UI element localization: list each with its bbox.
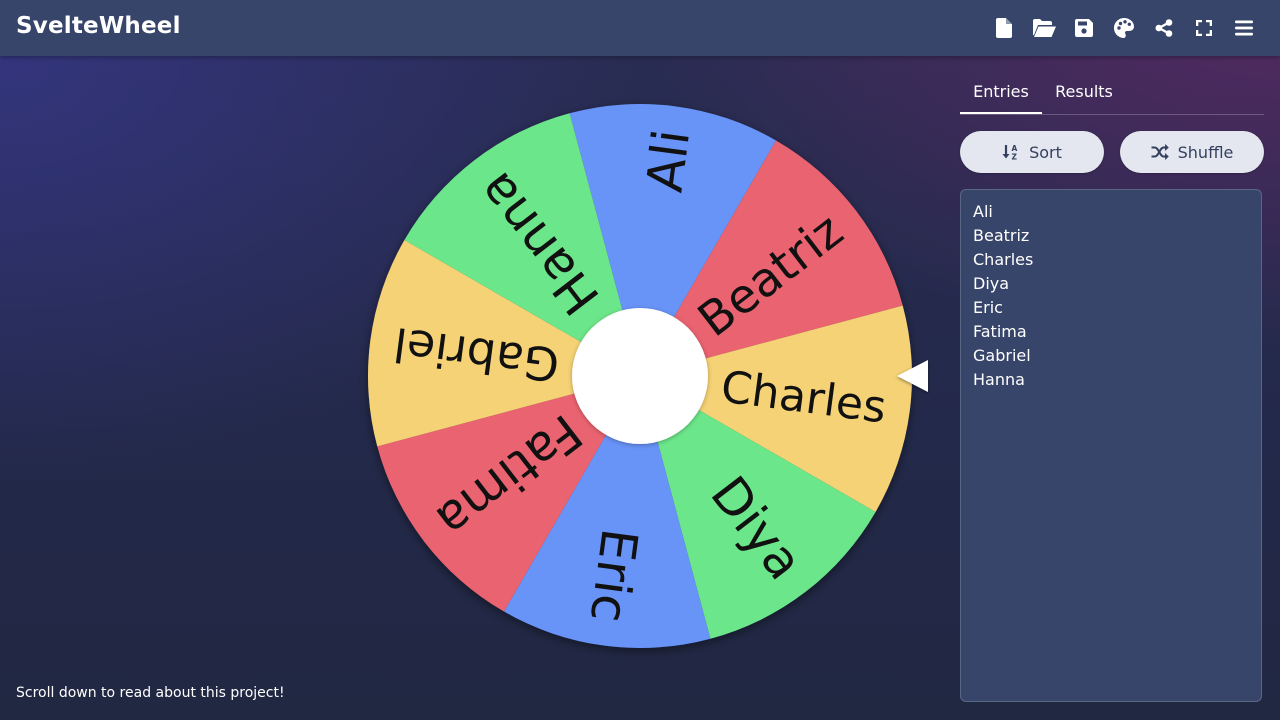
entry-line: Beatriz — [973, 226, 1030, 245]
tab-entries[interactable]: Entries — [960, 72, 1042, 114]
sort-button-label: Sort — [1029, 142, 1062, 162]
shuffle-button-label: Shuffle — [1177, 142, 1234, 162]
entry-line: Fatima — [973, 322, 1027, 341]
sort-alpha-icon: A Z — [1002, 144, 1018, 161]
shuffle-icon — [1151, 144, 1169, 160]
entries-textarea[interactable]: Ali Beatriz Charles Diya Eric Fatima Gab… — [960, 189, 1262, 702]
tab-results[interactable]: Results — [1046, 72, 1122, 113]
scroll-hint: Scroll down to read about this project! — [16, 685, 285, 701]
sidebar-tabs: Entries Results — [960, 72, 1264, 115]
entry-line: Hanna — [973, 370, 1025, 389]
wheel-label-ali: Ali — [636, 126, 702, 195]
entry-line: Ali — [973, 202, 993, 221]
svg-text:Z: Z — [1012, 153, 1018, 161]
entry-line: Diya — [973, 274, 1010, 293]
entry-line: Gabriel — [973, 346, 1031, 365]
shuffle-button[interactable]: Shuffle — [1120, 131, 1264, 173]
entry-line: Eric — [973, 298, 1003, 317]
wheel-center-hub[interactable] — [572, 308, 708, 444]
sort-button[interactable]: A Z Sort — [960, 131, 1104, 173]
entry-line: Charles — [973, 250, 1034, 269]
wheel-label-eric: Eric — [579, 525, 649, 625]
